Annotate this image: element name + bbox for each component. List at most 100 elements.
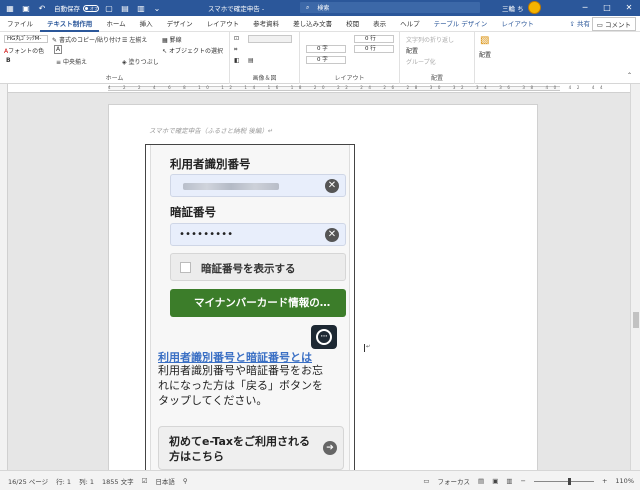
tab-review[interactable]: 校閲 bbox=[339, 16, 366, 32]
autosave-label: 自動保存 bbox=[54, 5, 80, 13]
left-align-button[interactable]: ☰ 左揃え bbox=[122, 35, 147, 44]
bold-button[interactable]: B bbox=[6, 57, 11, 64]
arrange-group-label: 配置 bbox=[430, 75, 443, 82]
tab-table-layout[interactable]: レイアウト bbox=[494, 16, 541, 32]
open-icon[interactable]: ▤ bbox=[119, 2, 131, 14]
new-doc-icon[interactable]: ▢ bbox=[103, 2, 115, 14]
pin-label: 暗証番号 bbox=[170, 205, 216, 219]
format-copy-button[interactable]: ✎ 書式のコピー/貼り付け bbox=[52, 35, 121, 44]
tab-table-design[interactable]: テーブル デザイン bbox=[427, 16, 495, 32]
indent-right-field[interactable]: 0 字 bbox=[306, 56, 346, 64]
tab-help[interactable]: ヘルプ bbox=[393, 16, 427, 32]
save-icon[interactable]: ▣ bbox=[20, 2, 32, 14]
page-indicator[interactable]: 16/25 ページ bbox=[8, 476, 48, 486]
maximize-button[interactable]: □ bbox=[596, 0, 618, 16]
brush-icon: ✎ bbox=[52, 37, 58, 44]
left-align-label: 左揃え bbox=[129, 37, 148, 44]
web-layout-icon[interactable]: ▥ bbox=[506, 477, 512, 485]
vertical-ruler bbox=[0, 84, 8, 470]
comment-label: コメント bbox=[605, 21, 631, 29]
zoom-slider[interactable] bbox=[533, 477, 594, 485]
space-before-field[interactable]: 0 行 bbox=[354, 35, 394, 43]
collapse-ribbon-icon[interactable]: ⌃ bbox=[627, 72, 632, 79]
column-indicator: 列: 1 bbox=[79, 477, 94, 486]
close-button[interactable]: ✕ bbox=[618, 0, 640, 16]
print-icon[interactable]: ▥ bbox=[135, 2, 147, 14]
center-align-button[interactable]: ≡ 中央揃え bbox=[56, 57, 87, 66]
tab-view[interactable]: 表示 bbox=[366, 16, 393, 32]
word-app-icon: ▦ bbox=[6, 3, 14, 13]
minimize-button[interactable]: ─ bbox=[574, 0, 596, 16]
font-color-label: フォントの色 bbox=[8, 48, 45, 55]
group-button[interactable]: グループ化 bbox=[406, 57, 436, 66]
customize-qat-icon[interactable]: ⌄ bbox=[151, 2, 163, 14]
focus-button[interactable]: フォーカス bbox=[438, 476, 471, 486]
image-size-field[interactable] bbox=[248, 35, 292, 43]
autosave-switch[interactable]: オフ bbox=[83, 4, 99, 12]
space-after-field[interactable]: 0 行 bbox=[354, 45, 394, 53]
comment-button[interactable]: ▭ コメント bbox=[591, 17, 636, 31]
accessibility-icon[interactable]: ⚲ bbox=[183, 477, 188, 485]
share-button[interactable]: ⇪ 共有 bbox=[569, 18, 590, 28]
user-id-field: ✕ bbox=[170, 174, 346, 197]
status-bar: 16/25 ページ 行: 1 列: 1 1855 文字 ☑ 日本語 ⚲ ▭ フォ… bbox=[0, 470, 640, 490]
position-button[interactable]: 配置 bbox=[406, 46, 418, 55]
align-left-icon: ☰ bbox=[122, 37, 128, 44]
char-border-button[interactable]: A bbox=[54, 45, 63, 54]
tab-insert[interactable]: 挿入 bbox=[133, 16, 160, 32]
indent-left-field[interactable]: 0 字 bbox=[306, 45, 346, 53]
avatar[interactable] bbox=[528, 1, 541, 14]
image-tool-icon[interactable]: ⊡ bbox=[234, 35, 239, 42]
help-line-2: れになった方は「戻る」ボタンを bbox=[158, 379, 323, 392]
print-layout-icon[interactable]: ▣ bbox=[492, 477, 498, 485]
chart-icon[interactable]: ▤ bbox=[248, 57, 254, 64]
format-copy-label: 書式のコピー/貼り付け bbox=[58, 37, 121, 44]
proofing-icon[interactable]: ☑ bbox=[142, 477, 148, 485]
focus-icon[interactable]: ▭ bbox=[423, 477, 429, 485]
status-right: ▭ フォーカス ▤ ▣ ▥ − + 110% bbox=[423, 476, 634, 486]
read-mode-icon[interactable]: ▤ bbox=[478, 477, 484, 485]
paragraph-mark: ↵ bbox=[364, 344, 371, 352]
zoom-level[interactable]: 110% bbox=[615, 477, 634, 485]
tab-file[interactable]: ファイル bbox=[0, 16, 40, 32]
select-object-label: オブジェクトの選択 bbox=[168, 48, 223, 55]
zoom-slider-thumb[interactable] bbox=[567, 477, 571, 485]
tab-design[interactable]: デザイン bbox=[160, 16, 200, 32]
font-color-button[interactable]: Aフォントの色 bbox=[4, 46, 44, 55]
tab-references[interactable]: 参考資料 bbox=[246, 16, 286, 32]
help-line-3: タップしてください。 bbox=[158, 394, 268, 407]
zoom-out-button[interactable]: − bbox=[521, 477, 526, 485]
home-group-label: ホーム bbox=[105, 75, 124, 82]
floating-action-button[interactable]: ··· bbox=[311, 325, 337, 349]
tab-home[interactable]: ホーム bbox=[99, 16, 132, 32]
tab-mailings[interactable]: 差し込み文書 bbox=[286, 16, 339, 32]
search-input[interactable]: ⌕ 検索 bbox=[300, 2, 480, 13]
horizontal-ruler: 4 2 2 4 6 8 10 12 14 16 18 20 22 24 26 2… bbox=[8, 84, 630, 93]
wrap-text-button[interactable]: 文字列の折り返し bbox=[406, 35, 454, 44]
paint-bucket-icon: ◈ bbox=[122, 59, 127, 66]
user-name[interactable]: 三輪 ち bbox=[502, 3, 524, 13]
select-object-button[interactable]: ↖ オブジェクトの選択 bbox=[162, 46, 223, 55]
zoom-in-button[interactable]: + bbox=[602, 477, 607, 485]
font-name-select[interactable]: HG丸ｺﾞｼｯｸM- bbox=[4, 35, 48, 43]
tab-layout[interactable]: レイアウト bbox=[200, 16, 247, 32]
shape-icon[interactable]: ◧ bbox=[234, 57, 240, 64]
etax-first-time-text: 初めてe-Taxをご利用される方はこちら bbox=[169, 435, 311, 463]
align-center-icon: ≡ bbox=[56, 59, 62, 66]
language-indicator[interactable]: 日本語 bbox=[155, 476, 175, 486]
fill-button[interactable]: ◈ 塗りつぶし bbox=[122, 57, 159, 66]
vertical-scrollbar[interactable] bbox=[630, 84, 640, 470]
undo-icon[interactable]: ↶ bbox=[36, 2, 48, 14]
word-count[interactable]: 1855 文字 bbox=[102, 476, 134, 486]
comment-icon: ▭ bbox=[596, 21, 605, 29]
borders-button[interactable]: ▦ 罫線 bbox=[162, 35, 182, 44]
autosave-toggle[interactable]: 自動保存 オフ bbox=[54, 3, 99, 13]
arrange-big-button[interactable]: 配置 bbox=[479, 50, 491, 59]
crop-icon[interactable]: ⌗ bbox=[234, 46, 237, 54]
borders-icon: ▦ bbox=[162, 37, 168, 44]
arrange-icon[interactable]: ▧ bbox=[480, 35, 489, 46]
mynumber-card-button: マイナンバーカード情報の… bbox=[170, 289, 346, 317]
tab-text-production[interactable]: テキスト制作用 bbox=[40, 16, 100, 32]
ribbon: HG丸ｺﾞｼｯｸM- ✎ 書式のコピー/貼り付け ☰ 左揃え ▦ 罫線 Aフォン… bbox=[0, 32, 640, 84]
scrollbar-thumb[interactable] bbox=[633, 312, 639, 328]
